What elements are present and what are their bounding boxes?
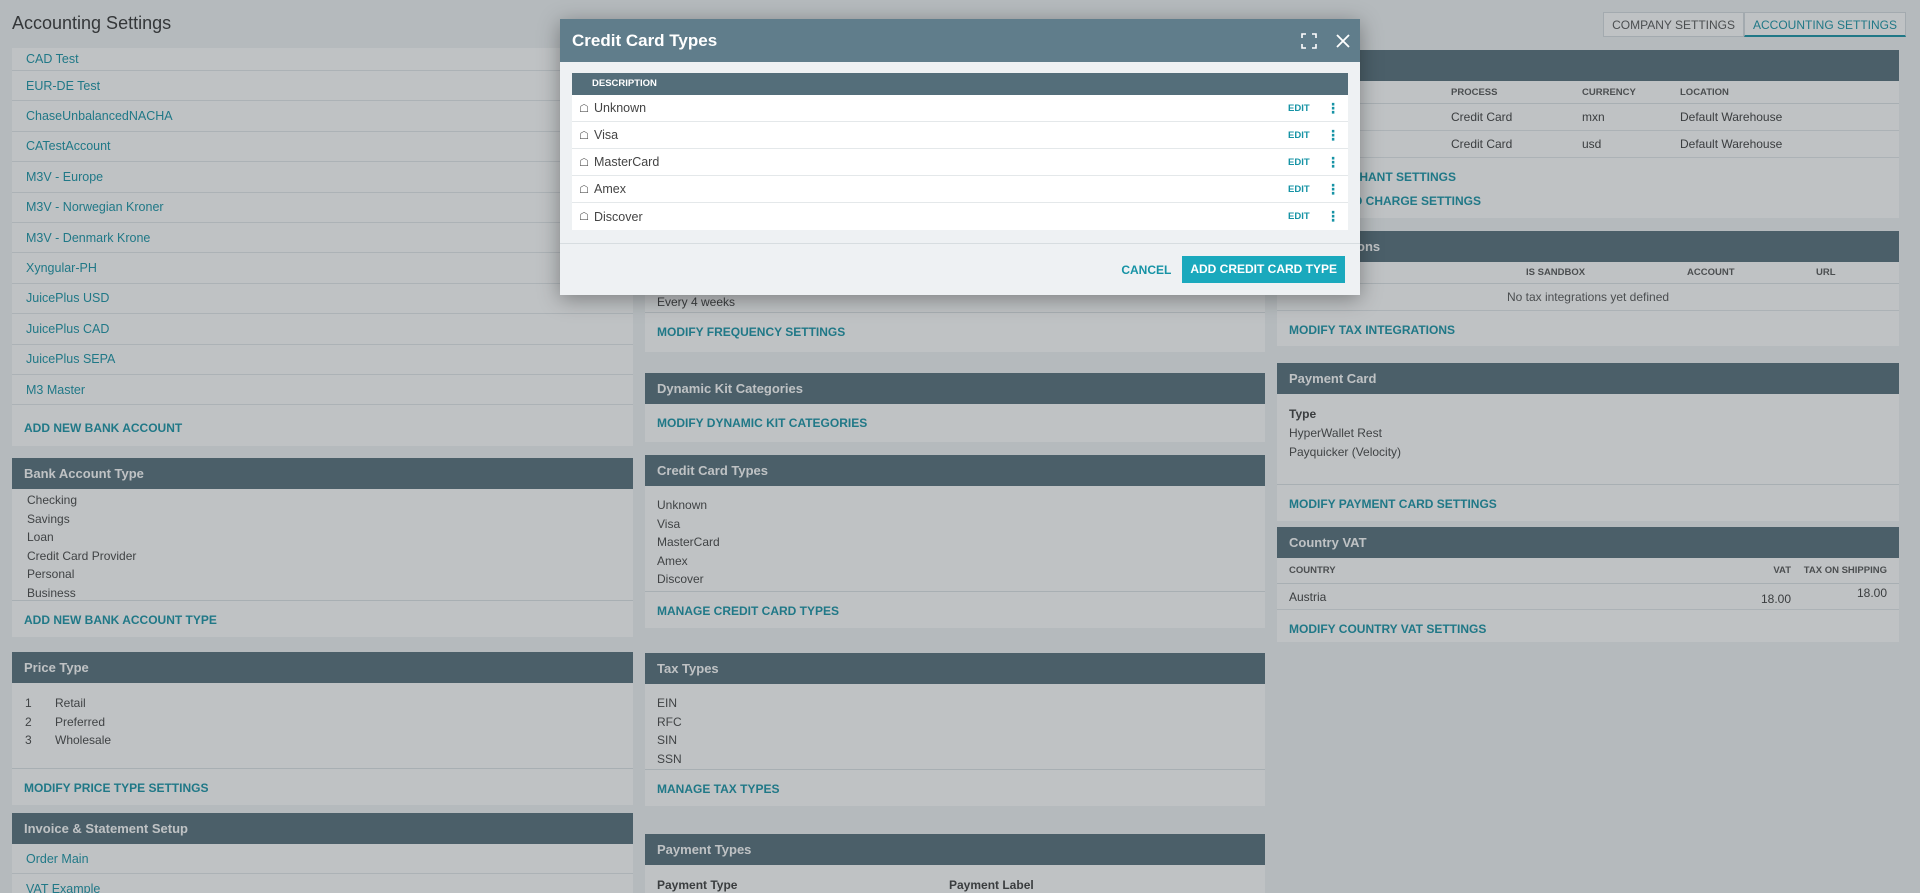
more-vertical-icon[interactable]: ⋮: [1318, 154, 1348, 171]
edit-button[interactable]: EDIT: [1288, 211, 1318, 222]
table-row: ☖ Visa EDIT ⋮: [572, 122, 1348, 149]
row-label: MasterCard: [594, 155, 660, 169]
tag-icon: ☖: [579, 102, 589, 115]
edit-button[interactable]: EDIT: [1288, 130, 1318, 141]
table-row: ☖ Amex EDIT ⋮: [572, 176, 1348, 203]
credit-card-types-table: DESCRIPTION ☖ Unknown EDIT ⋮ ☖ Visa EDIT…: [572, 73, 1348, 230]
more-vertical-icon[interactable]: ⋮: [1318, 181, 1348, 198]
edit-button[interactable]: EDIT: [1288, 184, 1318, 195]
table-row: ☖ Unknown EDIT ⋮: [572, 95, 1348, 122]
more-vertical-icon[interactable]: ⋮: [1318, 100, 1348, 117]
add-credit-card-type-button[interactable]: ADD CREDIT CARD TYPE: [1182, 256, 1345, 283]
cancel-button[interactable]: CANCEL: [1121, 263, 1171, 277]
table-row: ☖ Discover EDIT ⋮: [572, 203, 1348, 230]
modal-header: Credit Card Types: [560, 19, 1360, 62]
tag-icon: ☖: [579, 211, 589, 223]
edit-button[interactable]: EDIT: [1288, 157, 1318, 168]
column-header-description: DESCRIPTION: [572, 73, 1348, 95]
close-icon[interactable]: [1326, 19, 1360, 62]
table-row: ☖ MasterCard EDIT ⋮: [572, 149, 1348, 176]
tag-icon: ☖: [579, 156, 589, 169]
credit-card-types-modal: Credit Card Types DESCRIPTION ☖ Unknown …: [560, 19, 1360, 295]
modal-title: Credit Card Types: [572, 30, 718, 50]
row-label: Discover: [594, 209, 643, 224]
row-label: Amex: [594, 182, 626, 196]
tag-icon: ☖: [579, 183, 589, 196]
tag-icon: ☖: [579, 129, 589, 142]
expand-icon[interactable]: [1292, 19, 1326, 62]
modal-footer: CANCEL ADD CREDIT CARD TYPE: [560, 243, 1360, 295]
more-vertical-icon[interactable]: ⋮: [1318, 127, 1348, 144]
more-vertical-icon[interactable]: ⋮: [1318, 208, 1348, 225]
row-label: Unknown: [594, 101, 647, 115]
edit-button[interactable]: EDIT: [1288, 103, 1318, 114]
row-label: Visa: [594, 128, 619, 142]
